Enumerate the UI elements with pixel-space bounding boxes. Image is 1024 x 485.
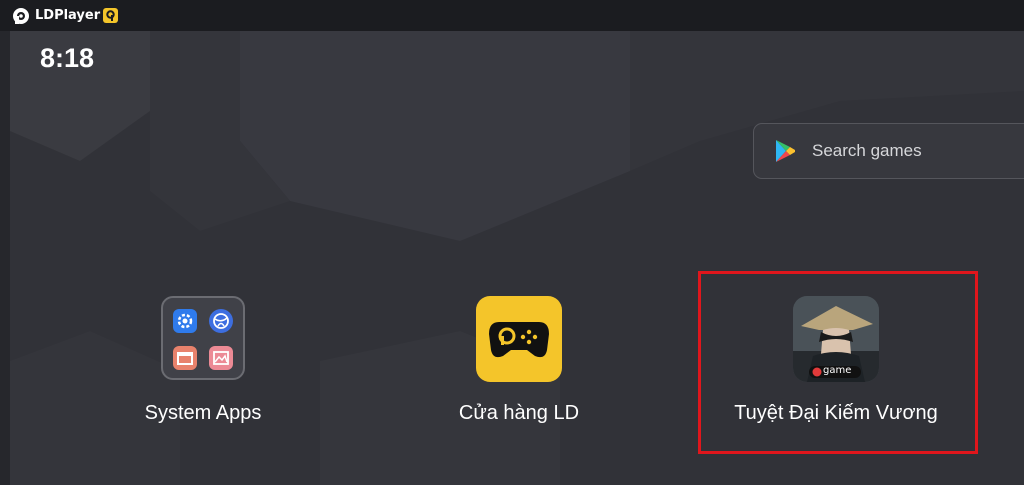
search-placeholder: Search games [812,141,922,160]
highlight-box [698,271,978,454]
app-ld-store[interactable]: Cửa hàng LD [438,296,600,436]
gallery-icon [209,346,233,370]
title-bar: LDPlayer [0,0,1024,31]
folder-icon [161,296,245,380]
app-system-apps[interactable]: System Apps [122,296,284,436]
ld-store-icon [476,296,562,382]
play-store-icon [776,140,795,162]
vip-badge-icon [103,8,119,23]
search-games-bar[interactable]: Search games [753,123,1024,179]
window-left-edge [0,31,10,485]
ldplayer-logo-icon [12,7,30,25]
file-manager-icon [173,346,197,370]
browser-icon [209,309,233,333]
clock: 8:18 [40,43,95,73]
app-title: LDPlayer [35,8,101,23]
home-screen: 8:18 Search games System Apps Cửa hàng L… [0,31,1024,485]
app-label: Cửa hàng LD [458,402,580,424]
settings-icon [173,309,197,333]
app-label: System Apps [144,402,262,424]
